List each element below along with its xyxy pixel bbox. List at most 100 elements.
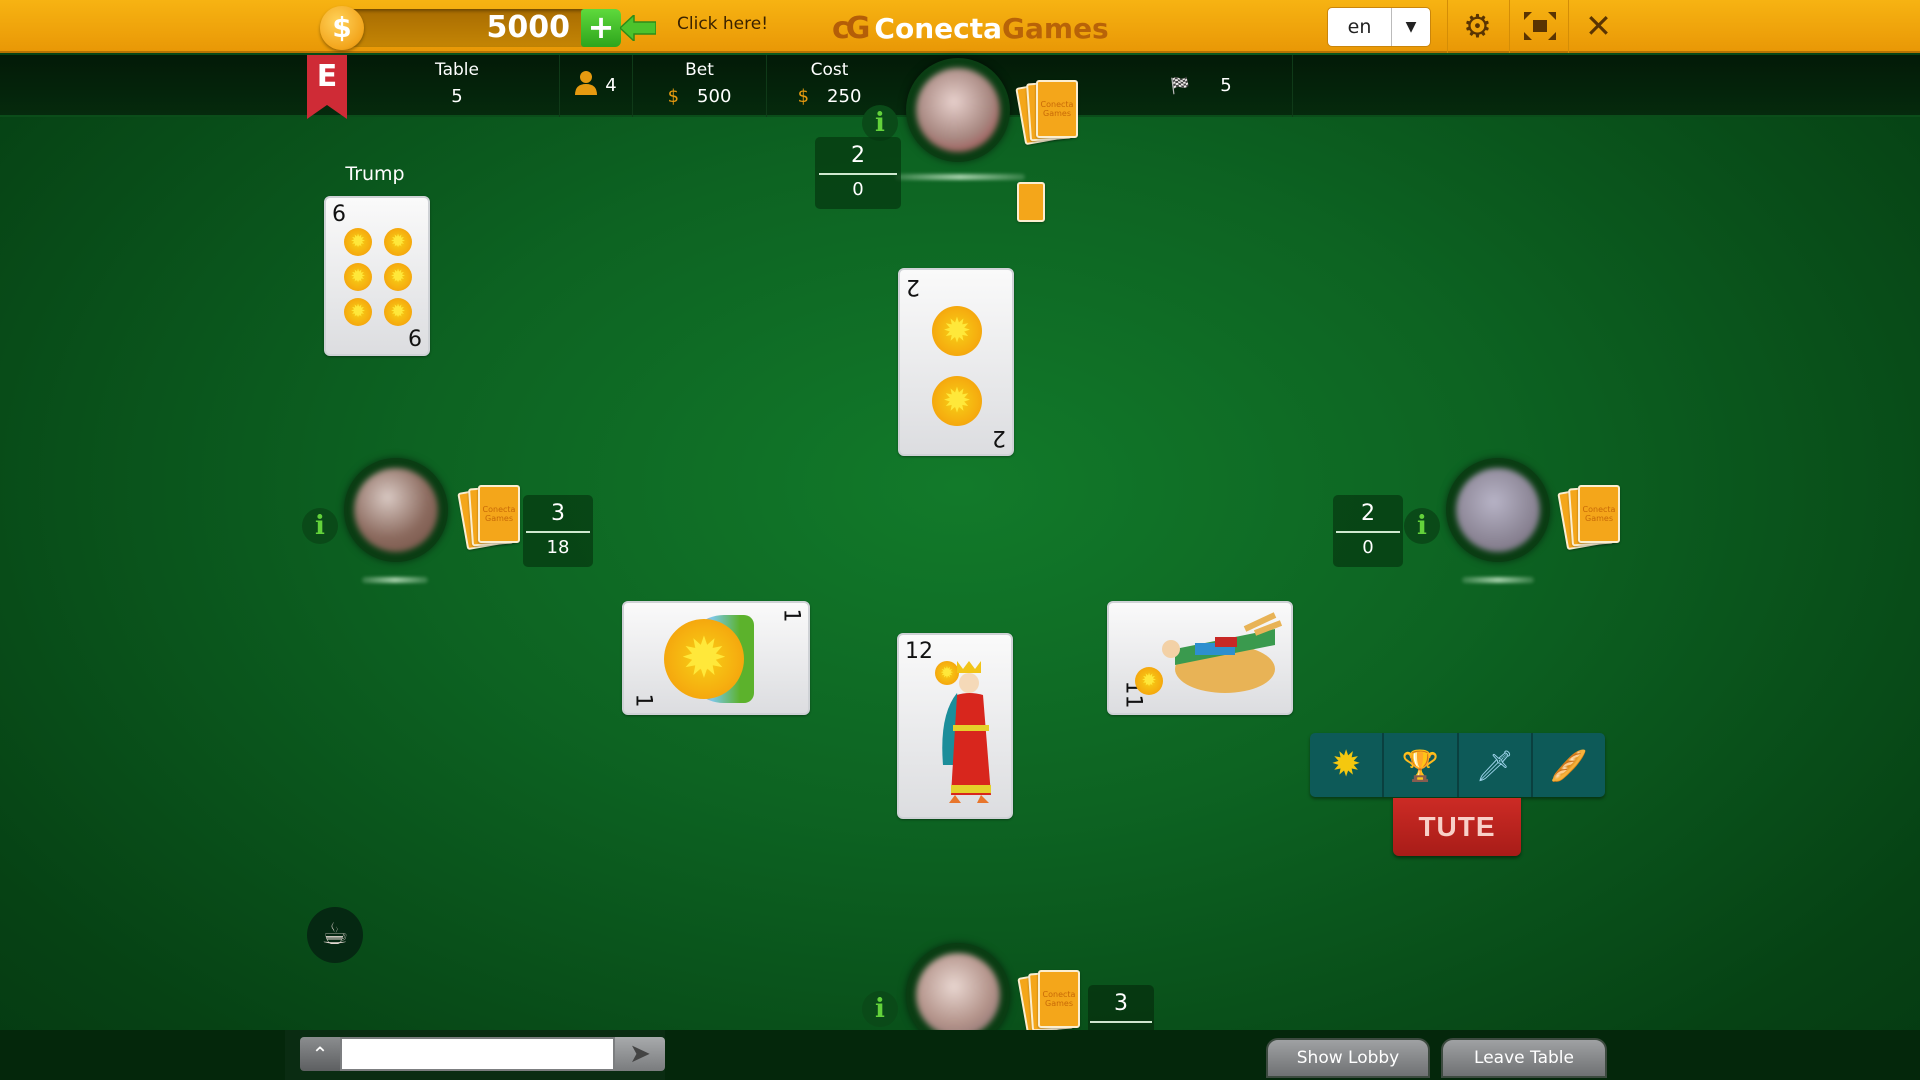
table-badge: E: [307, 55, 347, 119]
oros-icon: ✹: [1331, 744, 1362, 785]
language-value: en: [1328, 8, 1392, 46]
arrow-left-icon: [620, 15, 656, 41]
oros-coin-icon: [384, 228, 412, 256]
player-right-hand: Conecta Games: [1557, 485, 1622, 551]
player-left-hand: Conecta Games: [457, 485, 522, 551]
away-coffee-button[interactable]: ☕: [307, 907, 363, 963]
coin-icon: $: [320, 6, 364, 50]
oros-coin-icon: [344, 228, 372, 256]
chat-expand-button[interactable]: ⌃: [300, 1037, 340, 1071]
close-icon: ✕: [1585, 7, 1612, 45]
checkered-flag-icon: 🏁: [1170, 76, 1191, 95]
trump-card: 6 6: [324, 196, 430, 356]
card-back-brand: Conecta Games: [1042, 990, 1076, 1008]
player-left-name: [362, 577, 428, 583]
bet-label: Bet: [685, 60, 714, 80]
dealer-deck-icon: [1017, 182, 1045, 222]
language-select[interactable]: en ▼: [1327, 7, 1431, 47]
player-right-score: 2 0: [1333, 495, 1403, 567]
oros-coin-icon: [344, 298, 372, 326]
player-top-score: 2 0: [815, 137, 901, 209]
chevron-down-icon[interactable]: ▼: [1392, 8, 1430, 46]
as-de-oros-icon: [664, 619, 744, 699]
logo-text-conecta: Conecta: [874, 11, 1003, 45]
suit-copas-button[interactable]: 🏆: [1384, 733, 1459, 797]
settings-button[interactable]: ⚙: [1447, 0, 1507, 53]
oros-coin-icon: [384, 263, 412, 291]
player-top-name: [895, 174, 1025, 180]
logo-mark-icon: cG: [832, 10, 870, 46]
card-rank: 1: [630, 693, 656, 708]
bet-cell: Bet $500: [633, 55, 767, 117]
oros-coin-icon: [932, 376, 982, 426]
chevron-up-icon: ⌃: [311, 1042, 329, 1066]
suit-espadas-button[interactable]: 🗡: [1459, 733, 1533, 797]
player-bottom-hand: Conecta Games: [1017, 970, 1082, 1036]
players-cell: 4: [560, 55, 633, 117]
players-count: 4: [605, 75, 617, 96]
copas-cup-icon: 🏆: [1401, 749, 1440, 784]
player-left-avatar[interactable]: [344, 458, 448, 562]
card-back-brand: Conecta Games: [1040, 100, 1074, 118]
top-bar: $ 5000 + Click here! cG Conecta Games en…: [0, 0, 1920, 53]
chat-send-button[interactable]: ➤: [615, 1037, 665, 1071]
cost-value: 250: [827, 86, 862, 107]
card-rank: 2: [992, 425, 1006, 450]
player-left-info-icon[interactable]: i: [302, 508, 338, 544]
oros-coin-icon: [344, 263, 372, 291]
gear-icon: ⚙: [1463, 7, 1492, 45]
trump-label: Trump: [345, 163, 405, 185]
played-card-top: 2 2: [898, 268, 1014, 456]
card-rank: 6: [408, 327, 422, 352]
close-button[interactable]: ✕: [1568, 0, 1628, 53]
chat-input[interactable]: [340, 1037, 615, 1071]
player-top-hand: Conecta Games: [1015, 80, 1080, 146]
score-points: 3: [551, 501, 565, 526]
player-top-info-icon[interactable]: i: [862, 105, 898, 141]
player-top-avatar[interactable]: [906, 58, 1010, 162]
king-figure-icon: [942, 661, 991, 803]
suit-oros-button[interactable]: ✹: [1310, 733, 1385, 797]
card-rank: 6: [332, 202, 346, 227]
player-left-score: 3 18: [523, 495, 593, 567]
score-points: 2: [851, 143, 865, 168]
knight-figure-icon: [1162, 612, 1283, 693]
bet-value: 500: [697, 86, 732, 107]
logo-text-games: Games: [1002, 11, 1109, 45]
tute-button[interactable]: TUTE: [1393, 798, 1521, 856]
suit-selector: ✹ 🏆 🗡 🥖: [1310, 733, 1605, 797]
card-back-brand: Conecta Games: [482, 505, 516, 523]
card-rank: 1: [778, 608, 804, 623]
player-right-avatar[interactable]: [1446, 458, 1550, 562]
cost-currency-icon: $: [797, 86, 810, 107]
espadas-sword-icon: 🗡: [1475, 749, 1514, 784]
score-points: 3: [1114, 991, 1128, 1016]
card-rank: 2: [906, 274, 920, 299]
score-games: 0: [852, 179, 864, 200]
played-card-right: 11: [1107, 601, 1293, 715]
table-label: Table: [435, 60, 479, 80]
bastos-club-icon: 🥖: [1550, 749, 1588, 784]
score-games: 18: [546, 537, 570, 558]
conectagames-logo: cG Conecta Games: [832, 8, 1109, 48]
played-card-left: 1 1: [622, 601, 810, 715]
rounds-count: 5: [1220, 75, 1232, 96]
leave-table-button[interactable]: Leave Table: [1441, 1038, 1607, 1078]
show-lobby-button[interactable]: Show Lobby: [1266, 1038, 1430, 1078]
score-points: 2: [1361, 501, 1375, 526]
click-here-link[interactable]: Click here!: [677, 14, 768, 34]
suit-bastos-button[interactable]: 🥖: [1533, 733, 1605, 797]
rounds-cell: 🏁 5: [1110, 55, 1293, 117]
card-back-brand: Conecta Games: [1582, 505, 1616, 523]
bet-currency-icon: $: [667, 86, 680, 107]
fullscreen-button[interactable]: [1509, 0, 1569, 53]
table-number-cell: Table 5: [355, 55, 560, 117]
cost-label: Cost: [810, 60, 849, 80]
send-icon: ➤: [629, 1039, 651, 1069]
player-right-info-icon[interactable]: i: [1404, 508, 1440, 544]
table-value: 5: [451, 86, 463, 107]
person-icon: [575, 71, 598, 95]
player-bottom-info-icon[interactable]: i: [862, 991, 898, 1027]
add-coins-button[interactable]: +: [581, 9, 621, 47]
coin-balance: 5000: [486, 10, 571, 45]
